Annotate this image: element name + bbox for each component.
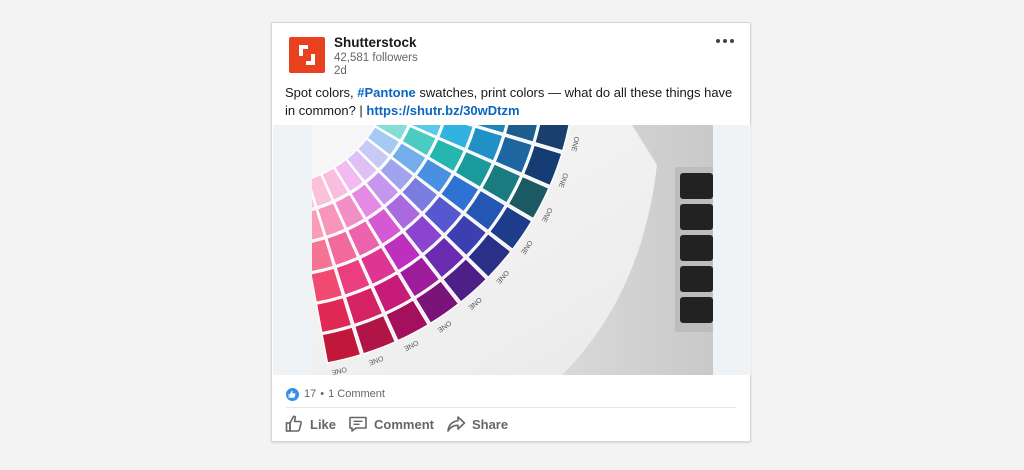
thumbs-up-icon [286,387,299,401]
comment-label: Comment [374,416,434,432]
pantone-swatch-photo[interactable]: ONE ONE ONE ONE ONE ONE ONE ONE ONE ONE [312,125,713,375]
share-label: Share [471,416,509,432]
post-age: 2d [334,65,347,77]
like-button[interactable]: Like [284,414,336,434]
laptop-key [680,173,713,199]
post-actions: Like Comment Share [284,414,520,434]
comment-icon [349,416,367,432]
share-button[interactable]: Share [446,414,508,434]
laptop-key [680,204,713,230]
laptop-key [680,297,713,323]
swatch-illustration: ONEONEONEONEONEONEONEONEONEONE [312,125,713,375]
follower-count: 42,581 followers [334,52,418,64]
like-label: Like [310,416,337,432]
comment-count[interactable]: 1 Comment [328,388,385,400]
divider [286,407,736,408]
post-url-link[interactable]: https://shutr.bz/30wDtzm [366,103,519,118]
post-text-start: Spot colors, [285,85,358,100]
comment-button[interactable]: Comment [348,414,434,434]
social-counts[interactable]: 17 • 1 Comment [286,386,385,402]
more-options-icon[interactable] [714,35,736,47]
company-name[interactable]: Shutterstock [334,35,417,51]
post-text: Spot colors, #Pantone swatches, print co… [285,84,745,120]
share-arrow-icon [447,416,466,432]
thumbs-up-outline-icon [285,415,302,432]
laptop-key [680,235,713,261]
laptop-key [680,266,713,292]
reaction-count[interactable]: 17 [304,388,316,400]
separator-dot: • [320,388,325,400]
hashtag-link[interactable]: #Pantone [357,85,416,100]
feed-post-card: Shutterstock 42,581 followers 2d Spot co… [271,22,751,442]
shutterstock-logo[interactable] [289,37,325,73]
post-image-container[interactable]: ONE ONE ONE ONE ONE ONE ONE ONE ONE ONE [273,125,751,375]
